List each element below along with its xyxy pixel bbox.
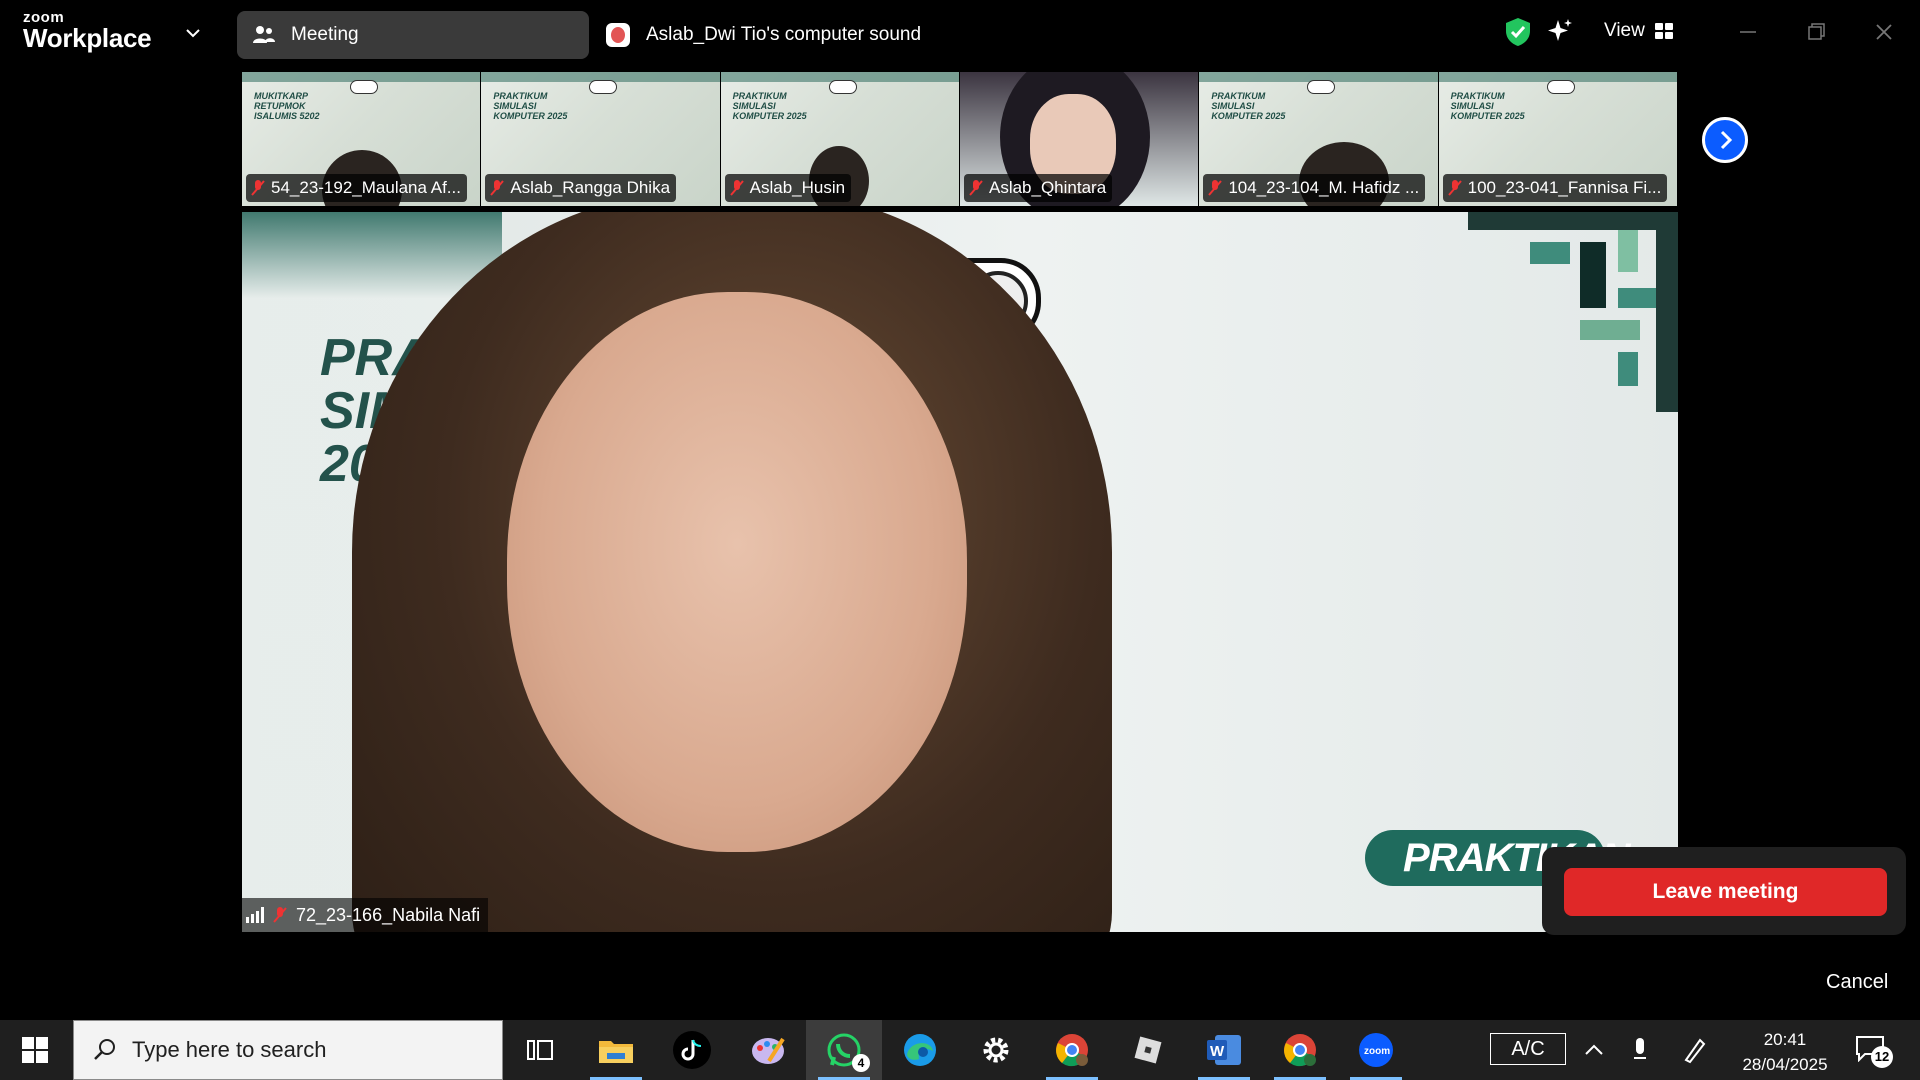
participant-name-label: 54_23-192_Maulana Af... xyxy=(246,174,467,202)
svg-text:zoom: zoom xyxy=(1364,1046,1390,1057)
grid-view-icon xyxy=(1654,23,1673,39)
mic-muted-icon xyxy=(251,180,265,196)
participant-tile[interactable]: PRAKTIKUM SIMULASI KOMPUTER 2025 Aslab_R… xyxy=(481,72,721,206)
participant-name: 54_23-192_Maulana Af... xyxy=(271,178,461,197)
next-page-button[interactable] xyxy=(1702,117,1748,163)
windows-start-icon[interactable] xyxy=(22,1037,48,1063)
view-label: View xyxy=(1604,20,1645,41)
close-icon[interactable] xyxy=(1870,18,1898,46)
tab-meeting[interactable]: Meeting xyxy=(237,11,589,59)
chevron-down-icon[interactable] xyxy=(184,24,202,42)
mic-muted-icon xyxy=(1208,180,1223,196)
participant-tile[interactable]: MUKITKARP RETUPMOK ISALUMIS 5202 54_23-1… xyxy=(242,72,482,206)
tab-shared-sound-label: Aslab_Dwi Tio's computer sound xyxy=(646,24,922,45)
tile-banner-text: MUKITKARP RETUPMOK ISALUMIS 5202 xyxy=(254,91,320,121)
minimize-icon[interactable] xyxy=(1734,18,1762,46)
participant-name: 104_23-104_M. Hafidz ... xyxy=(1228,178,1420,197)
speaker-name-label: 72_23-166_Nabila Nafi xyxy=(242,898,489,932)
ac-status[interactable]: A/C xyxy=(1490,1033,1566,1065)
tile-logos xyxy=(1546,80,1575,94)
clock-date: 28/04/2025 xyxy=(1742,1055,1828,1074)
tile-banner-text: PRAKTIKUM SIMULASI KOMPUTER 2025 xyxy=(1211,91,1286,121)
tab-meeting-label: Meeting xyxy=(291,24,359,45)
zoom-workplace-logo: zoom Workplace xyxy=(23,10,152,53)
participant-name-label: Aslab_Qhintara xyxy=(963,174,1113,202)
sparkle-icon[interactable] xyxy=(1546,17,1574,45)
participant-name-label: 100_23-041_Fannisa Fi... xyxy=(1442,174,1668,202)
speaker-name: 72_23-166_Nabila Nafi xyxy=(296,904,481,925)
participant-name: 100_23-041_Fannisa Fi... xyxy=(1467,178,1662,197)
participant-name-label: Aslab_Husin xyxy=(724,174,852,202)
share-sound-icon xyxy=(606,23,630,47)
tile-logos xyxy=(1307,80,1336,94)
shield-check-icon[interactable] xyxy=(1504,17,1532,47)
tab-shared-sound[interactable]: Aslab_Dwi Tio's computer sound xyxy=(606,11,921,59)
cancel-button[interactable]: Cancel xyxy=(1826,971,1888,994)
active-speaker-video[interactable]: PRAKT SIMU 202 PRAKTIKAN 72_23-166_Nabil… xyxy=(242,212,1678,932)
participant-tile[interactable]: Aslab_Qhintara xyxy=(959,72,1200,206)
whatsapp-badge: 4 xyxy=(852,1054,870,1072)
participant-tile[interactable]: PRAKTIKUM SIMULASI KOMPUTER 2025 104_23-… xyxy=(1199,72,1439,206)
zoom-icon[interactable]: zoom xyxy=(1338,1020,1414,1080)
task-view-icon[interactable] xyxy=(502,1020,578,1080)
title-bar: zoom Workplace Meeting Aslab_Dwi Tio's c… xyxy=(0,0,1920,68)
tile-logos xyxy=(350,80,378,94)
search-placeholder: Type here to search xyxy=(132,1037,327,1062)
banner-decoration xyxy=(1468,212,1678,412)
clock-time: 20:41 xyxy=(1763,1030,1807,1049)
microphone-icon[interactable] xyxy=(1630,1036,1650,1064)
participant-name-label: Aslab_Rangga Dhika xyxy=(485,174,677,202)
tile-banner-text: PRAKTIKUM SIMULASI KOMPUTER 2025 xyxy=(732,91,807,121)
chevron-right-icon xyxy=(1720,130,1733,150)
mic-muted-icon xyxy=(969,180,983,196)
notification-count: 12 xyxy=(1871,1046,1893,1068)
brand-workplace: Workplace xyxy=(23,23,152,53)
view-button[interactable]: View xyxy=(1604,20,1673,42)
tile-logos xyxy=(589,80,618,94)
taskbar-clock[interactable]: 20:41 28/04/2025 xyxy=(1730,1027,1840,1077)
tile-banner-text: PRAKTIKUM SIMULASI KOMPUTER 2025 xyxy=(493,91,568,121)
restore-icon[interactable] xyxy=(1802,18,1830,46)
tile-banner-text: PRAKTIKUM SIMULASI KOMPUTER 2025 xyxy=(1450,91,1525,121)
chrome-profile-icon[interactable] xyxy=(1034,1020,1110,1080)
participant-name: Aslab_Qhintara xyxy=(988,178,1107,197)
whatsapp-icon[interactable]: 4 xyxy=(806,1020,882,1080)
mic-muted-icon xyxy=(273,907,287,923)
taskbar-search-input[interactable]: Type here to search xyxy=(73,1020,503,1080)
leave-meeting-popup: Leave meeting xyxy=(1542,847,1906,935)
chevron-up-icon[interactable] xyxy=(1583,1040,1605,1060)
signal-strength-icon xyxy=(246,907,264,923)
tiktok-icon[interactable] xyxy=(654,1020,730,1080)
participant-tile[interactable]: PRAKTIKUM SIMULASI KOMPUTER 2025 100_23-… xyxy=(1438,72,1678,206)
word-icon[interactable]: W xyxy=(1186,1020,1262,1080)
participant-name: Aslab_Rangga Dhika xyxy=(510,178,671,197)
roblox-icon[interactable] xyxy=(1110,1020,1186,1080)
speaker-face xyxy=(507,292,967,852)
mic-muted-icon xyxy=(1447,180,1462,196)
participant-name: Aslab_Husin xyxy=(749,178,846,197)
paint-icon[interactable] xyxy=(730,1020,806,1080)
leave-meeting-button[interactable]: Leave meeting xyxy=(1564,868,1887,916)
settings-gear-icon[interactable] xyxy=(958,1020,1034,1080)
mic-muted-icon xyxy=(490,180,505,196)
pen-icon[interactable] xyxy=(1682,1036,1708,1064)
mic-muted-icon xyxy=(729,180,744,196)
windows-taskbar: Type here to search 4 W zoom A/C 20:41 2… xyxy=(0,1020,1920,1080)
file-explorer-icon[interactable] xyxy=(578,1020,654,1080)
search-icon xyxy=(94,1039,115,1060)
participant-gallery-strip: MUKITKARP RETUPMOK ISALUMIS 5202 54_23-1… xyxy=(242,72,1678,206)
participant-name-label: 104_23-104_M. Hafidz ... xyxy=(1203,174,1426,202)
notification-center-icon[interactable]: 12 xyxy=(1855,1034,1893,1068)
svg-text:W: W xyxy=(1210,1043,1225,1060)
participant-tile[interactable]: PRAKTIKUM SIMULASI KOMPUTER 2025 Aslab_H… xyxy=(720,72,960,206)
chrome-icon[interactable] xyxy=(1262,1020,1338,1080)
tile-logos xyxy=(828,80,857,94)
edge-icon[interactable] xyxy=(882,1020,958,1080)
participants-icon xyxy=(253,26,275,43)
